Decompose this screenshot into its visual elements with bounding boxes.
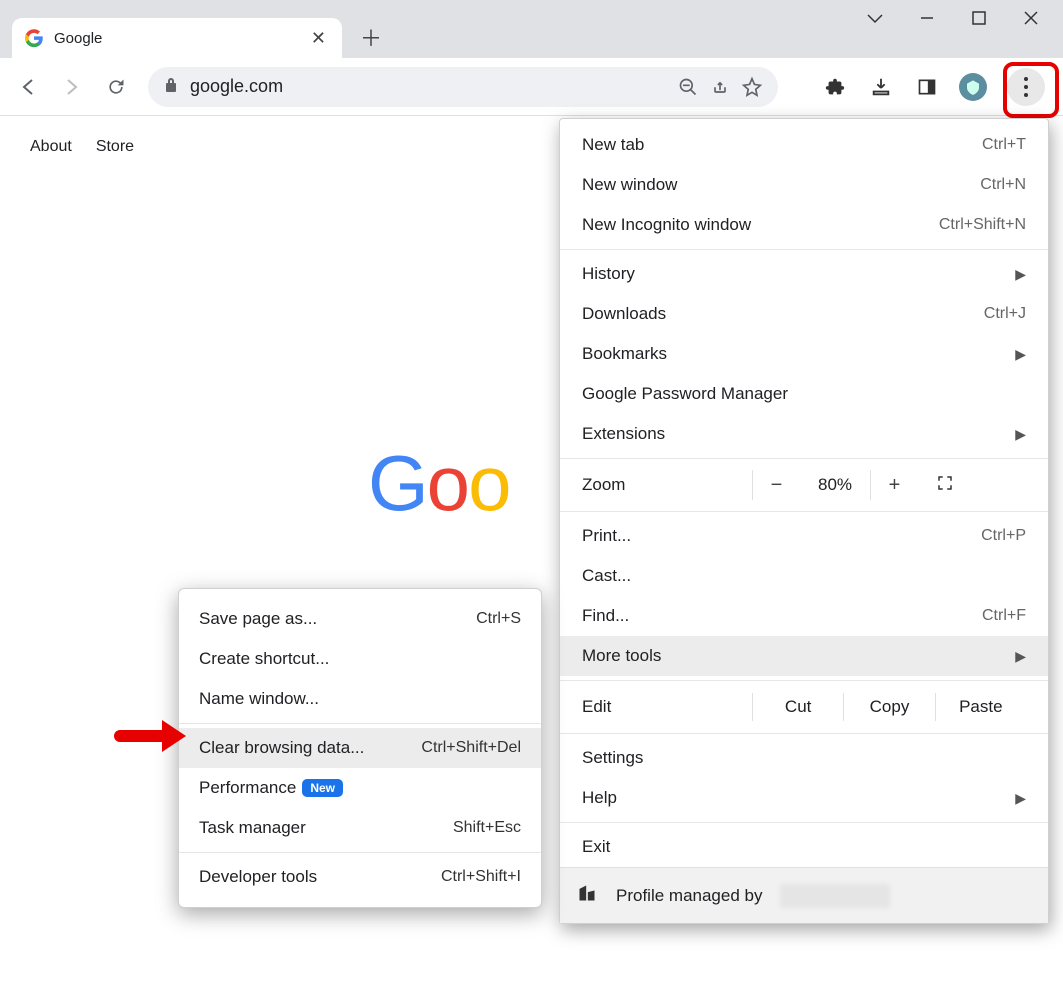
- menu-cast[interactable]: Cast...: [560, 556, 1048, 596]
- menu-find[interactable]: Find...Ctrl+F: [560, 596, 1048, 636]
- menu-new-window[interactable]: New windowCtrl+N: [560, 165, 1048, 205]
- edit-cut[interactable]: Cut: [752, 693, 843, 721]
- submenu-developer-tools[interactable]: Developer toolsCtrl+Shift+I: [179, 857, 541, 897]
- organization-icon: [576, 883, 598, 909]
- menu-help[interactable]: Help▶: [560, 778, 1048, 818]
- submenu-task-manager[interactable]: Task managerShift+Esc: [179, 808, 541, 848]
- store-link[interactable]: Store: [96, 138, 134, 156]
- downloads-icon[interactable]: [867, 73, 895, 101]
- new-badge: New: [302, 779, 343, 797]
- tab-title: Google: [54, 30, 301, 47]
- reload-button[interactable]: [98, 69, 134, 105]
- annotation-arrow-icon: [116, 716, 186, 756]
- star-icon[interactable]: [742, 77, 762, 97]
- forward-button[interactable]: [54, 69, 90, 105]
- about-link[interactable]: About: [30, 138, 72, 156]
- window-minimize-icon[interactable]: [915, 10, 939, 31]
- window-maximize-icon[interactable]: [967, 11, 991, 30]
- menu-downloads[interactable]: DownloadsCtrl+J: [560, 294, 1048, 334]
- new-tab-button[interactable]: ＋: [356, 22, 386, 52]
- toolbar: google.com: [0, 58, 1063, 116]
- menu-new-incognito[interactable]: New Incognito windowCtrl+Shift+N: [560, 205, 1048, 245]
- menu-bookmarks[interactable]: Bookmarks▶: [560, 334, 1048, 374]
- profile-avatar[interactable]: [959, 73, 987, 101]
- window-close-icon[interactable]: [1019, 11, 1043, 30]
- menu-zoom: Zoom − 80% +: [560, 463, 1048, 507]
- menu-extensions[interactable]: Extensions▶: [560, 414, 1048, 454]
- share-icon[interactable]: [710, 77, 730, 97]
- zoom-out-icon[interactable]: [678, 77, 698, 97]
- menu-history[interactable]: History▶: [560, 254, 1048, 294]
- menu-password-manager[interactable]: Google Password Manager: [560, 374, 1048, 414]
- menu-more-tools[interactable]: More tools▶: [560, 636, 1048, 676]
- menu-new-tab[interactable]: New tabCtrl+T: [560, 125, 1048, 165]
- window-controls: [843, 0, 1063, 41]
- zoom-in-button[interactable]: +: [870, 470, 918, 500]
- redacted-text: [780, 884, 890, 908]
- submenu-save-page-as[interactable]: Save page as...Ctrl+S: [179, 599, 541, 639]
- submenu-arrow-icon: ▶: [1015, 426, 1026, 443]
- back-button[interactable]: [10, 69, 46, 105]
- chevron-down-icon[interactable]: [863, 12, 887, 30]
- submenu-clear-browsing-data[interactable]: Clear browsing data...Ctrl+Shift+Del: [179, 728, 541, 768]
- edit-paste[interactable]: Paste: [935, 693, 1026, 721]
- menu-edit-row: Edit Cut Copy Paste: [560, 685, 1048, 729]
- title-bar: Google ✕ ＋: [0, 0, 1063, 58]
- google-favicon: [24, 28, 44, 48]
- more-tools-submenu: Save page as...Ctrl+S Create shortcut...…: [178, 588, 542, 908]
- submenu-arrow-icon: ▶: [1015, 346, 1026, 363]
- zoom-value: 80%: [800, 475, 870, 495]
- chrome-main-menu: New tabCtrl+T New windowCtrl+N New Incog…: [559, 118, 1049, 924]
- submenu-arrow-icon: ▶: [1015, 790, 1026, 807]
- submenu-performance[interactable]: PerformanceNew: [179, 768, 541, 808]
- menu-settings[interactable]: Settings: [560, 738, 1048, 778]
- menu-exit[interactable]: Exit: [560, 827, 1048, 867]
- edit-copy[interactable]: Copy: [843, 693, 934, 721]
- submenu-arrow-icon: ▶: [1015, 648, 1026, 665]
- browser-tab[interactable]: Google ✕: [12, 18, 342, 58]
- address-bar[interactable]: google.com: [148, 67, 778, 107]
- submenu-arrow-icon: ▶: [1015, 266, 1026, 283]
- menu-print[interactable]: Print...Ctrl+P: [560, 516, 1048, 556]
- submenu-name-window[interactable]: Name window...: [179, 679, 541, 719]
- sidepanel-icon[interactable]: [913, 73, 941, 101]
- fullscreen-icon[interactable]: [936, 474, 954, 497]
- google-logo: Goo: [368, 438, 509, 529]
- url-text: google.com: [190, 76, 666, 97]
- tab-close-icon[interactable]: ✕: [311, 28, 326, 49]
- highlight-box: [1003, 62, 1059, 118]
- zoom-out-button[interactable]: −: [752, 470, 800, 500]
- menu-profile-managed[interactable]: Profile managed by: [560, 867, 1048, 923]
- lock-icon: [164, 77, 178, 97]
- submenu-create-shortcut[interactable]: Create shortcut...: [179, 639, 541, 679]
- extensions-icon[interactable]: [821, 73, 849, 101]
